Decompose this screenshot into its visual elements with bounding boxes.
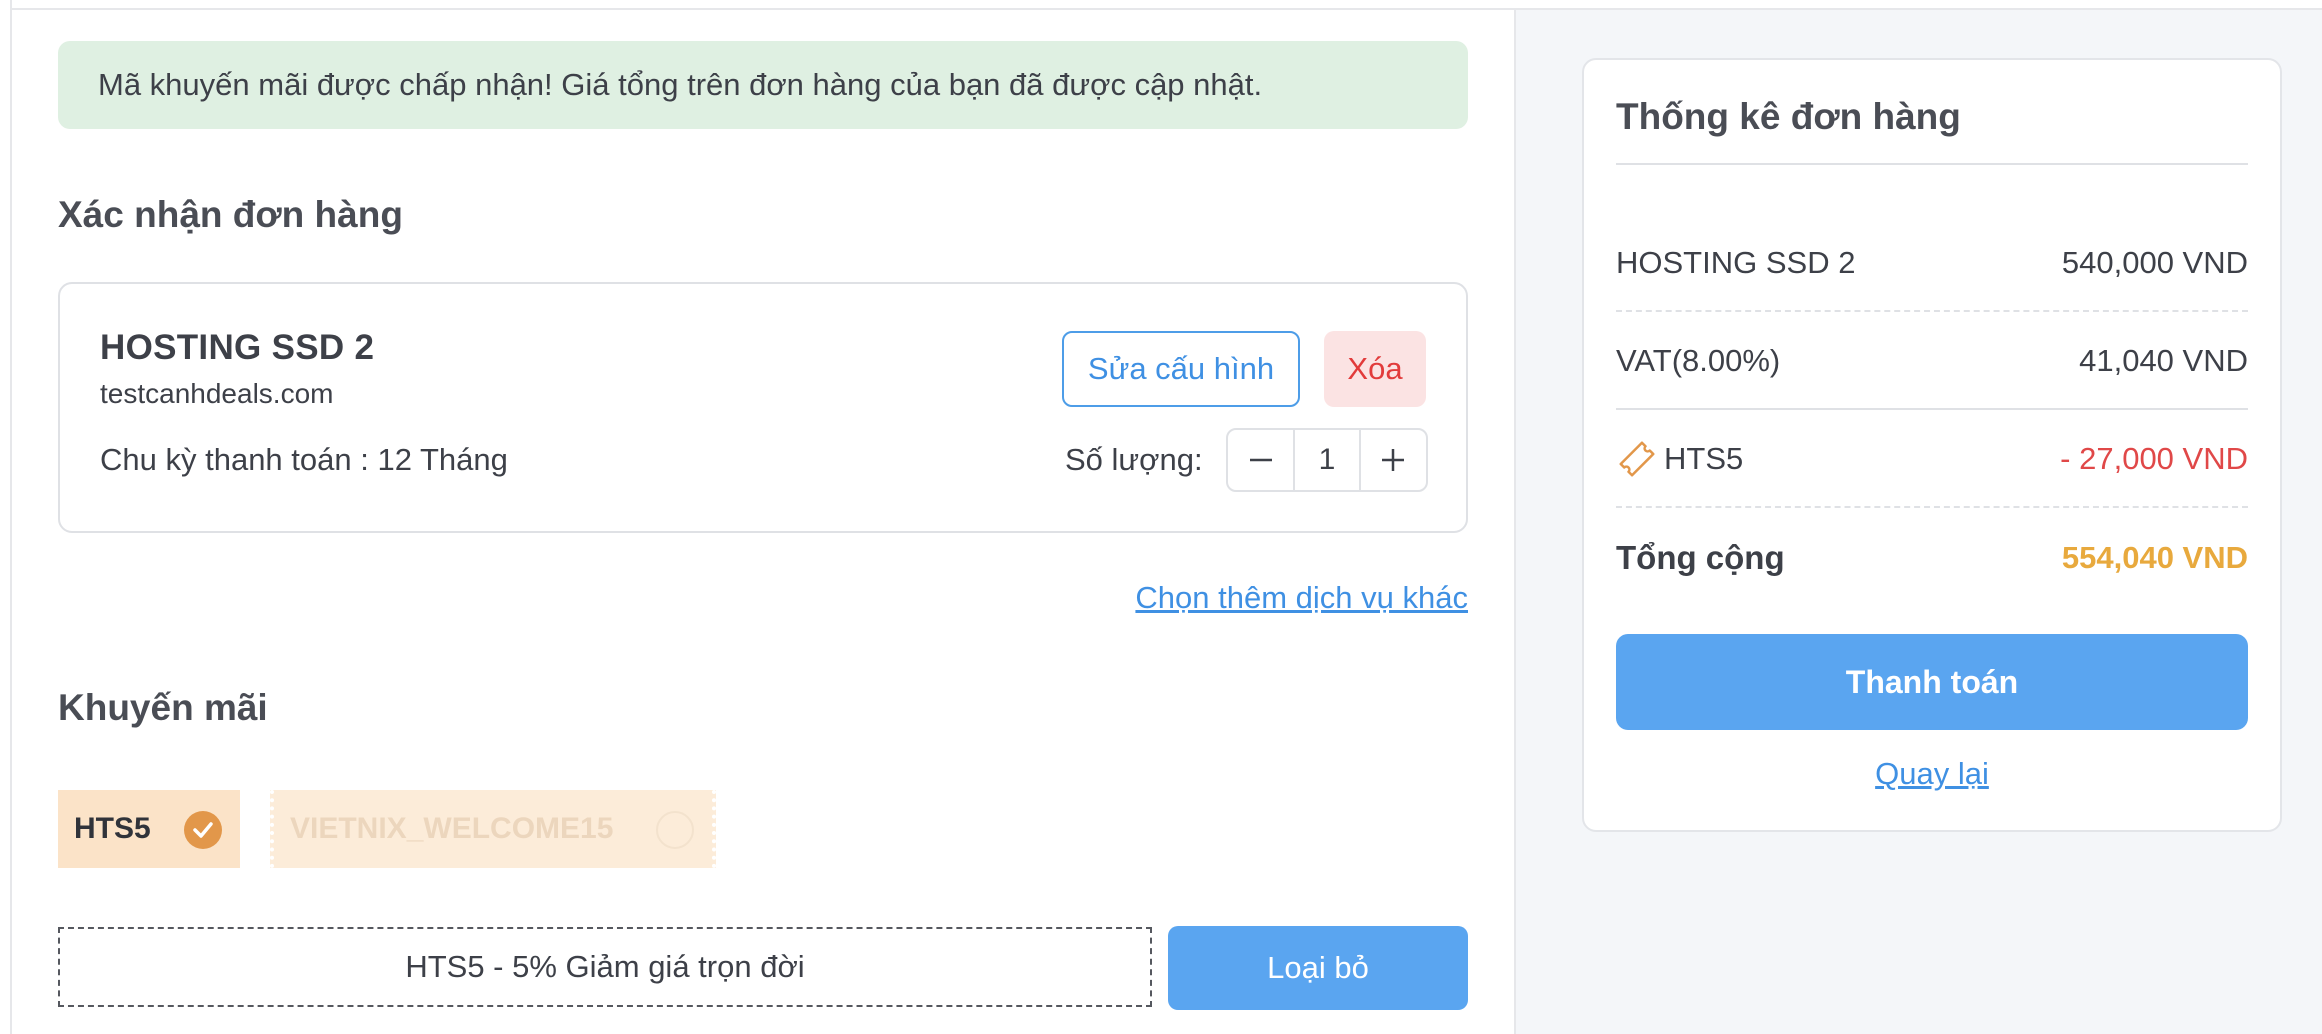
line-label: HOSTING SSD 2 [1616,245,1856,280]
applied-coupon-description: HTS5 - 5% Giảm giá trọn đời [58,927,1152,1007]
total-value: 554,040 VND [2061,540,2248,575]
quantity-label: Số lượng: [1065,442,1203,477]
summary-divider [1616,163,2248,165]
success-alert-message: Mã khuyến mãi được chấp nhận! Giá tổng t… [98,67,1263,102]
summary-title: Thống kê đơn hàng [1616,96,1961,137]
coupon-hts5[interactable]: HTS5 [58,790,240,868]
minus-icon [1249,458,1272,462]
checkout-button[interactable]: Thanh toán [1616,634,2248,730]
decrease-quantity-button[interactable] [1228,430,1293,490]
summary-line-vat: VAT(8.00%) 41,040 VND [1616,314,2248,410]
order-confirm-title: Xác nhận đơn hàng [58,194,403,235]
line-value: 41,040 VND [2079,343,2248,378]
line-value: - 27,000 VND [2060,441,2248,476]
quantity-value[interactable]: 1 [1293,430,1361,490]
order-summary-card: Thống kê đơn hàng HOSTING SSD 2 540,000 … [1582,58,2282,832]
coupon-code: HTS5 [74,812,151,845]
promo-title: Khuyến mãi [58,687,268,728]
increase-quantity-button[interactable] [1361,430,1426,490]
product-card: HOSTING SSD 2 testcanhdeals.com Chu kỳ t… [58,282,1468,533]
left-border [0,0,12,1034]
add-more-services-link[interactable]: Chọn thêm dịch vụ khác [1135,580,1468,616]
back-link[interactable]: Quay lại [1584,756,2280,792]
line-label: HTS5 [1664,441,1744,476]
billing-cycle: Chu kỳ thanh toán : 12 Tháng [100,442,508,477]
plus-icon [1382,449,1405,471]
product-name: HOSTING SSD 2 [100,328,375,367]
radio-circle-icon [656,811,694,849]
coupon-vietnix-welcome15[interactable]: VIETNIX_WELCOME15 [270,790,716,868]
delete-button[interactable]: Xóa [1324,331,1426,407]
ticket-icon [1619,441,1655,477]
line-label: VAT(8.00%) [1616,343,1781,378]
quantity-stepper: 1 [1226,428,1428,492]
discount-label: HTS5 [1616,438,1743,480]
edit-config-button[interactable]: Sửa cấu hình [1062,331,1300,407]
remove-coupon-button[interactable]: Loại bỏ [1168,926,1468,1010]
check-icon [184,811,222,849]
summary-line-product: HOSTING SSD 2 540,000 VND [1616,216,2248,312]
summary-line-discount: HTS5 - 27,000 VND [1616,412,2248,508]
success-alert: Mã khuyến mãi được chấp nhận! Giá tổng t… [58,41,1468,129]
top-border [0,0,2322,10]
product-domain: testcanhdeals.com [100,378,334,409]
summary-total: Tổng cộng 554,040 VND [1616,510,2248,606]
coupon-code: VIETNIX_WELCOME15 [290,812,614,845]
line-value: 540,000 VND [2061,245,2248,280]
total-label: Tổng cộng [1616,539,1785,576]
